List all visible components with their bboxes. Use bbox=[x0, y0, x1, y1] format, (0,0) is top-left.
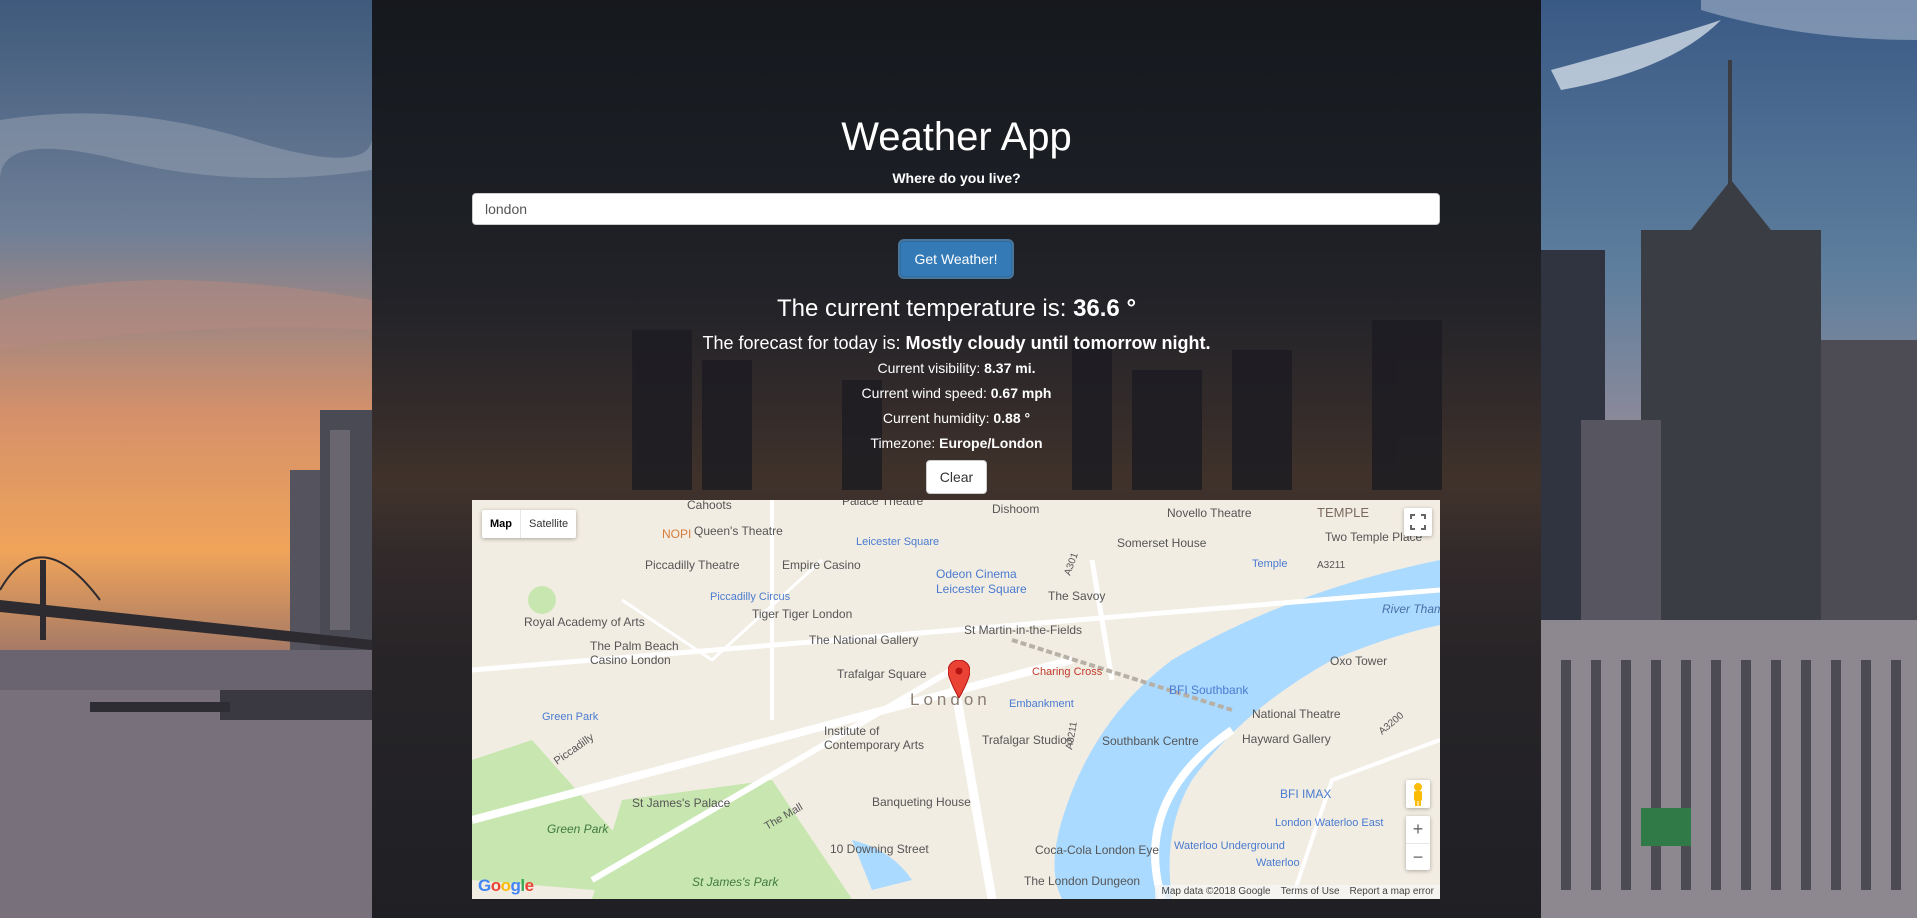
svg-text:TEMPLE: TEMPLE bbox=[1317, 505, 1369, 520]
svg-text:Queen's Theatre: Queen's Theatre bbox=[694, 524, 783, 538]
clear-button[interactable]: Clear bbox=[926, 460, 987, 494]
app-title: Weather App bbox=[841, 115, 1072, 159]
svg-text:Odeon Cinema: Odeon Cinema bbox=[936, 567, 1017, 581]
svg-text:Green Park: Green Park bbox=[542, 711, 599, 723]
google-map[interactable]: Cahoots Palace Theatre Dishoom Novello T… bbox=[472, 500, 1440, 899]
svg-text:Royal Academy of Arts: Royal Academy of Arts bbox=[524, 615, 645, 629]
svg-text:Coca-Cola London Eye: Coca-Cola London Eye bbox=[1035, 843, 1159, 857]
svg-text:London Waterloo East: London Waterloo East bbox=[1275, 817, 1383, 829]
map-marker-icon[interactable] bbox=[948, 660, 970, 698]
location-question-label: Where do you live? bbox=[892, 170, 1021, 186]
svg-text:Tiger Tiger London: Tiger Tiger London bbox=[752, 607, 852, 621]
svg-text:Cahoots: Cahoots bbox=[687, 500, 732, 512]
svg-text:The London Dungeon: The London Dungeon bbox=[1024, 874, 1140, 888]
fullscreen-icon[interactable] bbox=[1404, 508, 1432, 536]
svg-text:Waterloo: Waterloo bbox=[1256, 857, 1300, 869]
map-type-satellite-button[interactable]: Satellite bbox=[521, 510, 576, 538]
wind-speed-value: 0.67 mph bbox=[990, 385, 1052, 401]
svg-text:Charing Cross: Charing Cross bbox=[1032, 666, 1103, 678]
zoom-control: + − bbox=[1406, 816, 1430, 870]
humidity-line: Current humidity: 0.88 ° bbox=[372, 409, 1541, 427]
background-photo-left bbox=[0, 0, 372, 918]
timezone-label: Timezone: bbox=[870, 435, 940, 451]
svg-text:St James's Park: St James's Park bbox=[692, 875, 779, 889]
city-search-input[interactable] bbox=[472, 193, 1440, 225]
svg-text:Piccadilly Theatre: Piccadilly Theatre bbox=[645, 558, 740, 572]
svg-text:Piccadilly Circus: Piccadilly Circus bbox=[710, 591, 791, 603]
svg-text:Banqueting House: Banqueting House bbox=[872, 795, 971, 809]
forecast-label: The forecast for today is: bbox=[702, 333, 906, 353]
svg-text:Oxo Tower: Oxo Tower bbox=[1330, 654, 1387, 668]
svg-text:The Savoy: The Savoy bbox=[1048, 589, 1105, 603]
svg-text:A3211: A3211 bbox=[1317, 560, 1346, 571]
zoom-out-button[interactable]: − bbox=[1406, 843, 1430, 871]
pegman-icon[interactable] bbox=[1406, 780, 1430, 808]
temperature-label: The current temperature is: bbox=[776, 295, 1074, 322]
svg-text:Waterloo Underground: Waterloo Underground bbox=[1174, 840, 1285, 852]
svg-text:River Thames: River Thames bbox=[1382, 602, 1440, 616]
map-data-credit: Map data ©2018 Google bbox=[1161, 886, 1271, 897]
svg-text:Embankment: Embankment bbox=[1009, 698, 1074, 710]
visibility-label: Current visibility: bbox=[877, 360, 985, 376]
visibility-value: 8.37 mi. bbox=[984, 360, 1036, 376]
humidity-label: Current humidity: bbox=[882, 410, 994, 426]
svg-text:Empire Casino: Empire Casino bbox=[782, 558, 861, 572]
report-map-error-link[interactable]: Report a map error bbox=[1350, 885, 1434, 899]
get-weather-button[interactable]: Get Weather! bbox=[900, 241, 1012, 277]
svg-text:10 Downing Street: 10 Downing Street bbox=[830, 842, 929, 856]
svg-text:Trafalgar Square: Trafalgar Square bbox=[837, 667, 927, 681]
svg-text:Contemporary Arts: Contemporary Arts bbox=[824, 738, 924, 752]
map-attribution: Map data ©2018 Google Terms of Use Repor… bbox=[1155, 885, 1440, 899]
visibility-line: Current visibility: 8.37 mi. bbox=[372, 359, 1541, 377]
svg-text:Palace Theatre: Palace Theatre bbox=[842, 500, 923, 508]
google-logo: Google bbox=[478, 876, 534, 895]
temperature-line: The current temperature is: 36.6 ° bbox=[372, 293, 1541, 325]
svg-text:BFI IMAX: BFI IMAX bbox=[1280, 787, 1331, 801]
humidity-value: 0.88 ° bbox=[993, 410, 1031, 426]
map-type-control: Map Satellite bbox=[482, 510, 577, 538]
svg-text:The National Gallery: The National Gallery bbox=[809, 633, 918, 647]
temperature-value: 36.6 ° bbox=[1073, 295, 1137, 322]
svg-text:Temple: Temple bbox=[1252, 558, 1287, 570]
svg-text:NOPI: NOPI bbox=[662, 527, 691, 541]
forecast-value: Mostly cloudy until tomorrow night. bbox=[905, 333, 1211, 353]
svg-text:BFI Southbank: BFI Southbank bbox=[1169, 683, 1249, 697]
terms-of-use-link[interactable]: Terms of Use bbox=[1281, 885, 1340, 899]
svg-text:Somerset House: Somerset House bbox=[1117, 536, 1207, 550]
main-panel: Weather App Where do you live? Get Weath… bbox=[372, 0, 1541, 918]
svg-text:Trafalgar Studios: Trafalgar Studios bbox=[982, 733, 1073, 747]
svg-text:Institute of: Institute of bbox=[824, 724, 880, 738]
background-photo-right bbox=[1541, 0, 1917, 918]
svg-text:St James's Palace: St James's Palace bbox=[632, 796, 731, 810]
svg-text:Dishoom: Dishoom bbox=[992, 502, 1039, 516]
svg-text:Leicester Square: Leicester Square bbox=[856, 536, 939, 548]
map-type-map-button[interactable]: Map bbox=[482, 510, 520, 538]
svg-text:Hayward Gallery: Hayward Gallery bbox=[1242, 732, 1331, 746]
svg-text:Novello Theatre: Novello Theatre bbox=[1167, 506, 1252, 520]
svg-text:St Martin-in-the-Fields: St Martin-in-the-Fields bbox=[964, 623, 1082, 637]
svg-text:Green Park: Green Park bbox=[547, 822, 609, 836]
svg-text:National Theatre: National Theatre bbox=[1252, 707, 1341, 721]
zoom-in-button[interactable]: + bbox=[1406, 816, 1430, 843]
svg-text:Southbank Centre: Southbank Centre bbox=[1102, 734, 1199, 748]
svg-text:Leicester Square: Leicester Square bbox=[936, 582, 1027, 596]
wind-speed-label: Current wind speed: bbox=[861, 385, 991, 401]
svg-text:The Palm Beach: The Palm Beach bbox=[590, 639, 679, 653]
svg-text:Casino London: Casino London bbox=[590, 653, 671, 667]
timezone-line: Timezone: Europe/London bbox=[372, 434, 1541, 452]
wind-speed-line: Current wind speed: 0.67 mph bbox=[372, 384, 1541, 402]
timezone-value: Europe/London bbox=[939, 435, 1043, 451]
forecast-line: The forecast for today is: Mostly cloudy… bbox=[372, 331, 1541, 355]
